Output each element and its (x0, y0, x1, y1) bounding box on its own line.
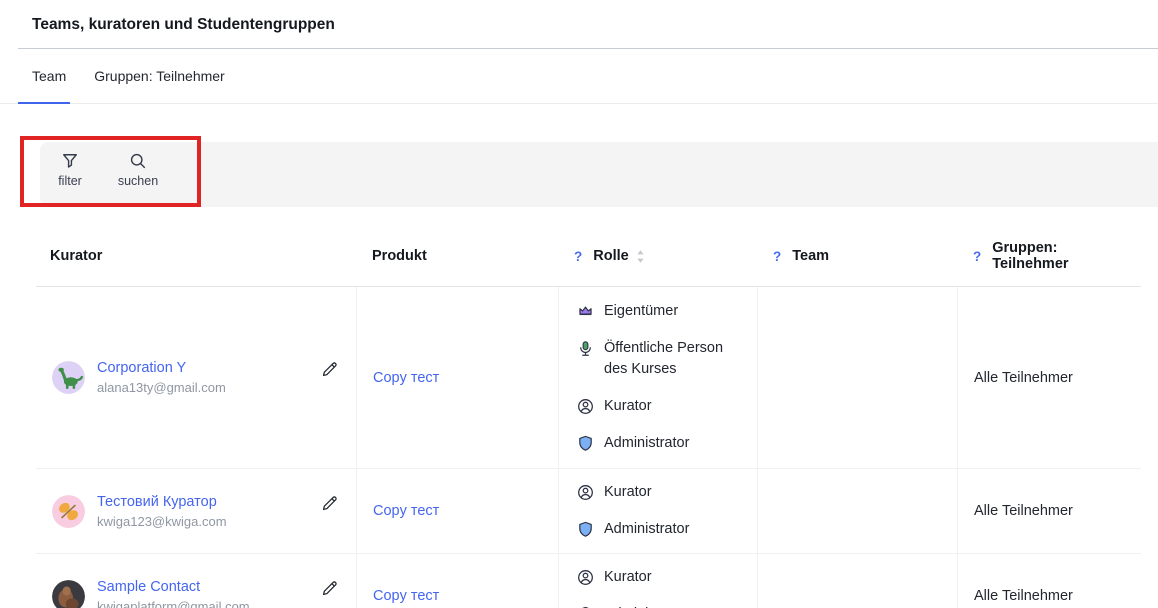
kurator-email: alana13ty@gmail.com (97, 380, 226, 395)
kurator-name-link[interactable]: Corporation Y (97, 360, 226, 376)
column-header-team[interactable]: ? Team (757, 226, 957, 286)
search-icon (128, 151, 148, 171)
team-cell (757, 554, 957, 608)
filter-button[interactable]: filter (42, 151, 98, 188)
product-link[interactable]: Copy тест (373, 370, 439, 386)
table-header-row: Kurator Produkt ? Rolle ? Team ? Gruppen… (36, 226, 1141, 287)
toolbar: filter suchen (40, 142, 1158, 207)
role-label: Kurator (604, 482, 652, 503)
microphone-icon (576, 339, 595, 358)
edit-button[interactable] (320, 578, 340, 598)
produkt-cell: Copy тест (356, 554, 558, 608)
role-item: Kurator (576, 482, 747, 503)
tab-team-label: Team (32, 68, 66, 84)
produkt-cell: Copy тест (356, 287, 558, 468)
role-item: Eigentümer (576, 301, 747, 322)
gruppen-cell: Alle Teilnehmer (957, 469, 1141, 553)
table-row: Corporation Y alana13ty@gmail.com Copy т… (36, 287, 1141, 469)
filter-button-label: filter (58, 174, 82, 188)
role-item: Administrator (576, 519, 747, 540)
role-item: Kurator (576, 567, 747, 588)
kurator-name-link[interactable]: Sample Contact (97, 579, 250, 595)
role-label: Kurator (604, 396, 652, 417)
search-button[interactable]: suchen (110, 151, 166, 188)
kurator-name-link[interactable]: Тестовий Куратор (97, 494, 227, 510)
pencil-icon (320, 360, 339, 379)
column-header-kurator[interactable]: Kurator (36, 226, 356, 286)
role-label: Administrator (604, 433, 689, 454)
shield-icon (576, 520, 595, 539)
kurator-cell: Тестовий Куратор kwiga123@kwiga.com (36, 469, 356, 553)
groups-value: Alle Teilnehmer (974, 503, 1073, 519)
tab-bar: Team Gruppen: Teilnehmer (0, 49, 1158, 104)
role-item: Administrator (576, 433, 747, 454)
avatar (52, 495, 85, 528)
column-label: Produkt (372, 248, 427, 264)
column-header-produkt[interactable]: Produkt (356, 226, 558, 286)
avatar (52, 361, 85, 394)
role-item: Öffentliche Person des Kurses (576, 338, 747, 380)
column-label: Kurator (50, 248, 102, 264)
kurator-identity: Sample Contact kwigaplatform@gmail.com (97, 579, 250, 608)
rolle-cell: Kurator Administrator (558, 469, 757, 553)
sort-icon[interactable] (636, 249, 645, 264)
avatar (52, 580, 85, 608)
help-icon[interactable]: ? (773, 249, 781, 264)
edit-button[interactable] (320, 360, 340, 380)
toolbar-wrap: filter suchen (0, 142, 1158, 207)
team-cell (757, 469, 957, 553)
kurator-email: kwigaplatform@gmail.com (97, 599, 250, 608)
help-icon[interactable]: ? (574, 249, 582, 264)
product-link[interactable]: Copy тест (373, 588, 439, 604)
rolle-cell: Kurator Administrator (558, 554, 757, 608)
gruppen-cell: Alle Teilnehmer (957, 554, 1141, 608)
user-icon (576, 397, 595, 416)
role-label: Administrator (604, 519, 689, 540)
column-label: Rolle (593, 248, 628, 264)
rolle-cell: Eigentümer Öffentliche Person des Kurses… (558, 287, 757, 468)
crown-icon (576, 302, 595, 321)
kurator-email: kwiga123@kwiga.com (97, 514, 227, 529)
help-icon[interactable]: ? (973, 249, 981, 264)
user-icon (576, 483, 595, 502)
kurator-identity: Corporation Y alana13ty@gmail.com (97, 360, 226, 395)
role-label: Eigentümer (604, 301, 678, 322)
produkt-cell: Copy тест (356, 469, 558, 553)
table-row: Sample Contact kwigaplatform@gmail.com C… (36, 554, 1141, 608)
groups-value: Alle Teilnehmer (974, 588, 1073, 604)
team-cell (757, 287, 957, 468)
filter-funnel-icon (60, 151, 80, 171)
dinosaur-avatar-image (52, 361, 85, 394)
search-button-label: suchen (118, 174, 158, 188)
groups-value: Alle Teilnehmer (974, 370, 1073, 386)
role-label: Öffentliche Person des Kurses (604, 338, 747, 380)
column-label: Gruppen: Teilnehmer (992, 240, 1133, 272)
role-label: Administrator (604, 604, 689, 608)
shield-icon (576, 434, 595, 453)
kurator-cell: Corporation Y alana13ty@gmail.com (36, 287, 356, 468)
kurator-cell: Sample Contact kwigaplatform@gmail.com (36, 554, 356, 608)
curators-table: Kurator Produkt ? Rolle ? Team ? Gruppen… (36, 226, 1141, 608)
edit-button[interactable] (320, 493, 340, 513)
kurator-identity: Тестовий Куратор kwiga123@kwiga.com (97, 494, 227, 529)
page-title: Teams, kuratoren und Studentengruppen (32, 15, 1140, 35)
role-label: Kurator (604, 567, 652, 588)
role-item: Administrator (576, 604, 747, 608)
pencil-icon (320, 579, 339, 598)
page-header: Teams, kuratoren und Studentengruppen (0, 0, 1158, 35)
pencil-icon (320, 494, 339, 513)
butterfly-avatar-image (52, 495, 85, 528)
tab-gruppen-teilnehmer[interactable]: Gruppen: Teilnehmer (80, 49, 238, 103)
tab-team[interactable]: Team (18, 49, 80, 103)
product-link[interactable]: Copy тест (373, 503, 439, 519)
gruppen-cell: Alle Teilnehmer (957, 287, 1141, 468)
role-item: Kurator (576, 396, 747, 417)
column-header-gruppen-teilnehmer[interactable]: ? Gruppen: Teilnehmer (957, 226, 1141, 286)
user-icon (576, 568, 595, 587)
column-label: Team (792, 248, 829, 264)
table-row: Тестовий Куратор kwiga123@kwiga.com Copy… (36, 469, 1141, 554)
column-header-rolle[interactable]: ? Rolle (558, 226, 757, 286)
photo-avatar-image (52, 580, 85, 608)
tab-gruppen-label: Gruppen: Teilnehmer (94, 68, 224, 84)
